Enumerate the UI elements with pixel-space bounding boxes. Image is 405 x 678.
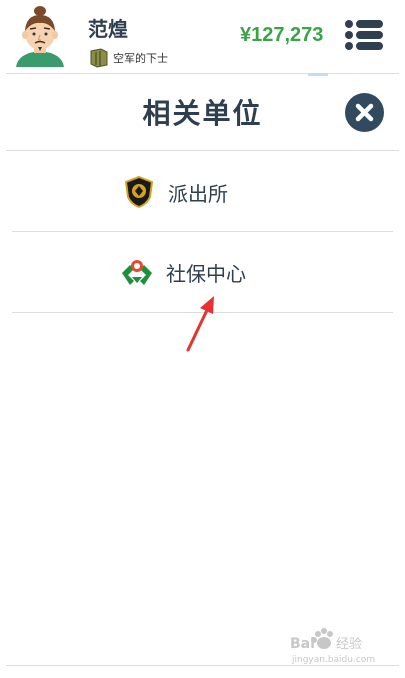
top-bar: 范煌 空军的下士 ¥127,273 <box>0 0 405 74</box>
rank-icon <box>90 48 108 68</box>
title-divider <box>6 150 399 151</box>
rank-text: 空军的下士 <box>113 52 168 65</box>
header-divider <box>6 73 399 74</box>
svg-text:Bai: Bai <box>290 636 315 652</box>
username: 范煌 <box>88 17 128 41</box>
balance: ¥127,273 <box>240 24 324 46</box>
list-item-label: 派出所 <box>168 181 228 206</box>
list-item-police-station[interactable]: 派出所 <box>12 152 393 232</box>
svg-text:经验: 经验 <box>336 636 362 652</box>
rank-badge: 空军的下士 <box>88 47 168 69</box>
list-menu-icon <box>345 20 383 50</box>
red-arrow-annotation <box>186 296 214 352</box>
police-badge-icon <box>124 175 154 209</box>
social-security-logo-icon <box>122 260 152 285</box>
watermark-logo: Bai 经验 jingyan.baidu.com <box>290 628 375 665</box>
menu-button[interactable] <box>344 18 384 52</box>
scroll-indicator <box>308 73 328 76</box>
avatar[interactable] <box>14 5 66 67</box>
list-item-label: 社保中心 <box>166 261 246 286</box>
close-button[interactable] <box>345 93 384 132</box>
close-icon <box>355 103 374 122</box>
svg-text:jingyan.baidu.com: jingyan.baidu.com <box>291 655 375 665</box>
